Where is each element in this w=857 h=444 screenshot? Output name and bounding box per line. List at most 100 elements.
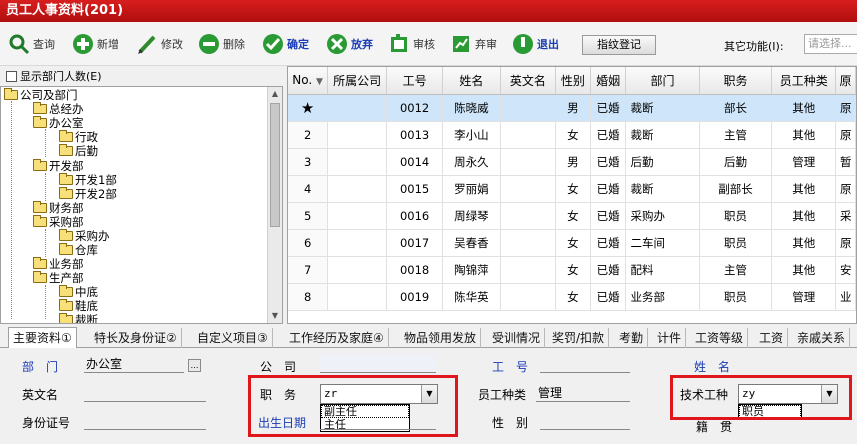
- tree-node[interactable]: 行政: [59, 130, 98, 144]
- dept-picker-button[interactable]: …: [188, 359, 201, 372]
- tree-node[interactable]: 采购部: [33, 215, 84, 229]
- discard-button[interactable]: 放弃: [326, 30, 373, 58]
- cell-extra: 原: [835, 175, 856, 203]
- tree-scrollbar[interactable]: ▲ ▼: [267, 87, 282, 323]
- tab-custom[interactable]: 自定义项目③: [193, 328, 273, 348]
- audit-icon: [388, 33, 410, 55]
- col-header-marital[interactable]: 婚姻: [590, 67, 627, 95]
- cell-sex: 男: [555, 94, 591, 122]
- folder-icon: [59, 187, 73, 199]
- tab-items[interactable]: 物品领用发放: [400, 328, 482, 348]
- tree-node-root[interactable]: 公司及部门: [4, 88, 78, 102]
- tab-work-family[interactable]: 工作经历及家庭④: [285, 328, 389, 348]
- other-functions-select[interactable]: 请选择...: [804, 34, 857, 54]
- cell-company: [327, 148, 387, 176]
- cell-name: 罗丽娟: [442, 175, 501, 203]
- table-row[interactable]: 3 0014 周永久男已婚 后勤 后勤 管理暂: [288, 148, 856, 176]
- cell-job: 职员: [699, 202, 773, 230]
- tree-node[interactable]: 开发1部: [59, 173, 117, 187]
- col-header-dept[interactable]: 部门: [625, 67, 700, 95]
- folder-icon: [33, 215, 47, 227]
- col-header-extra[interactable]: 原: [835, 67, 856, 95]
- tab-main[interactable]: 主要资料①: [8, 327, 77, 349]
- cell-en: [500, 121, 557, 149]
- cell-dept: 业务部: [625, 283, 700, 311]
- scroll-down-icon[interactable]: ▼: [268, 309, 282, 323]
- edit-button[interactable]: 修改: [136, 30, 183, 58]
- delete-button[interactable]: 删除: [198, 30, 245, 58]
- id-field[interactable]: [540, 355, 630, 373]
- cell-id: 0012: [386, 94, 444, 122]
- table-row[interactable]: ★ 0012 陈晓威 男已婚 裁断 部长 其他原: [288, 94, 856, 122]
- cell-dept: 后勤: [625, 148, 700, 176]
- tab-piecework[interactable]: 计件: [653, 328, 687, 348]
- col-header-sex[interactable]: 性别: [555, 67, 591, 95]
- cell-job: 职员: [699, 229, 773, 257]
- tab-rewards[interactable]: 奖罚/扣款: [548, 328, 610, 348]
- tree-node[interactable]: 财务部: [33, 201, 84, 215]
- idcard-field[interactable]: [84, 412, 206, 430]
- col-header-id[interactable]: 工号: [386, 67, 444, 95]
- tab-relatives[interactable]: 亲戚关系: [793, 328, 851, 348]
- filter-icon[interactable]: ▼: [316, 77, 323, 87]
- department-tree: 公司及部门 总经办 办公室 行政 后勤 开发部 开发1部 开发2部 财务部 采购…: [0, 86, 283, 324]
- tab-wages[interactable]: 工资: [755, 328, 789, 348]
- col-header-no[interactable]: No. ▼: [288, 67, 329, 95]
- type-field[interactable]: 管理: [536, 384, 630, 402]
- company-field[interactable]: [320, 355, 436, 373]
- col-header-en[interactable]: 英文名: [500, 67, 557, 95]
- cell-id: 0014: [386, 148, 444, 176]
- unaudit-button[interactable]: 弃审: [450, 30, 497, 58]
- tree-node[interactable]: 仓库: [59, 243, 98, 257]
- tab-attendance[interactable]: 考勤: [615, 328, 649, 348]
- scroll-up-icon[interactable]: ▲: [268, 87, 282, 101]
- tree-node[interactable]: 采购办: [59, 229, 110, 243]
- exit-button[interactable]: 退出: [512, 30, 559, 58]
- table-row[interactable]: 4 0015 罗丽娟 女已婚 裁断 副部长 其他原: [288, 175, 856, 203]
- col-header-company[interactable]: 所属公司: [327, 67, 387, 95]
- cell-sex: 女: [555, 202, 591, 230]
- tree-node[interactable]: 开发部: [33, 159, 84, 173]
- tree-node[interactable]: 总经办: [33, 102, 84, 116]
- tab-skills[interactable]: 特长及身份证②: [90, 328, 182, 348]
- tab-training[interactable]: 受训情况: [488, 328, 546, 348]
- department-panel: 显示部门人数(E) 公司及部门 总经办 办公室 行政 后勤 开发部 开发1部 开…: [0, 66, 284, 324]
- folder-icon: [33, 159, 47, 171]
- dept-field[interactable]: 办公室: [84, 355, 184, 373]
- table-row[interactable]: 6 0017 吴春香 女已婚 二车间 职员 其他原: [288, 229, 856, 257]
- table-row[interactable]: 8 0019 陈华英 女已婚 业务部 职员 管理业: [288, 283, 856, 311]
- cell-en: [500, 148, 557, 176]
- tree-node[interactable]: 生产部: [33, 271, 84, 285]
- en-field[interactable]: [84, 384, 206, 402]
- sex-field[interactable]: [540, 412, 630, 430]
- add-button[interactable]: 新增: [72, 30, 119, 58]
- en-label: 英文名: [22, 388, 59, 402]
- tree-node[interactable]: 办公室: [33, 116, 84, 130]
- col-header-type[interactable]: 员工种类: [771, 67, 837, 95]
- table-row[interactable]: 7 0018 陶锦萍 女已婚 配料 主管 其他安: [288, 256, 856, 284]
- tree-node[interactable]: 中底: [59, 285, 98, 299]
- cell-id: 0019: [386, 283, 444, 311]
- tree-node[interactable]: 开发2部: [59, 187, 117, 201]
- cell-type: 管理: [771, 283, 837, 311]
- fingerprint-button[interactable]: 指纹登记: [582, 35, 656, 55]
- query-button[interactable]: 查询: [8, 30, 55, 58]
- origin-label: 籍 贯: [696, 420, 733, 434]
- tree-node[interactable]: 裁断: [59, 313, 98, 323]
- table-row[interactable]: 5 0016 周绿琴 女已婚 采购办 职员 其他采: [288, 202, 856, 230]
- confirm-button[interactable]: 确定: [262, 30, 309, 58]
- tree-node[interactable]: 业务部: [33, 257, 84, 271]
- scroll-thumb[interactable]: [270, 103, 280, 227]
- tree-node[interactable]: 后勤: [59, 144, 98, 158]
- show-count-checkbox[interactable]: [6, 70, 17, 82]
- exit-label: 退出: [537, 38, 559, 51]
- table-row[interactable]: 2 0013 李小山 女已婚 裁断 主管 其他原: [288, 121, 856, 149]
- col-header-job[interactable]: 职务: [699, 67, 773, 95]
- col-header-name[interactable]: 姓名: [442, 67, 501, 95]
- folder-icon: [33, 201, 47, 213]
- audit-button[interactable]: 审核: [388, 30, 435, 58]
- dept-label: 部 门: [22, 360, 59, 374]
- tree-node[interactable]: 鞋底: [59, 299, 98, 313]
- show-count-toggle[interactable]: 显示部门人数(E): [6, 68, 102, 84]
- tab-wage-level[interactable]: 工资等级: [691, 328, 749, 348]
